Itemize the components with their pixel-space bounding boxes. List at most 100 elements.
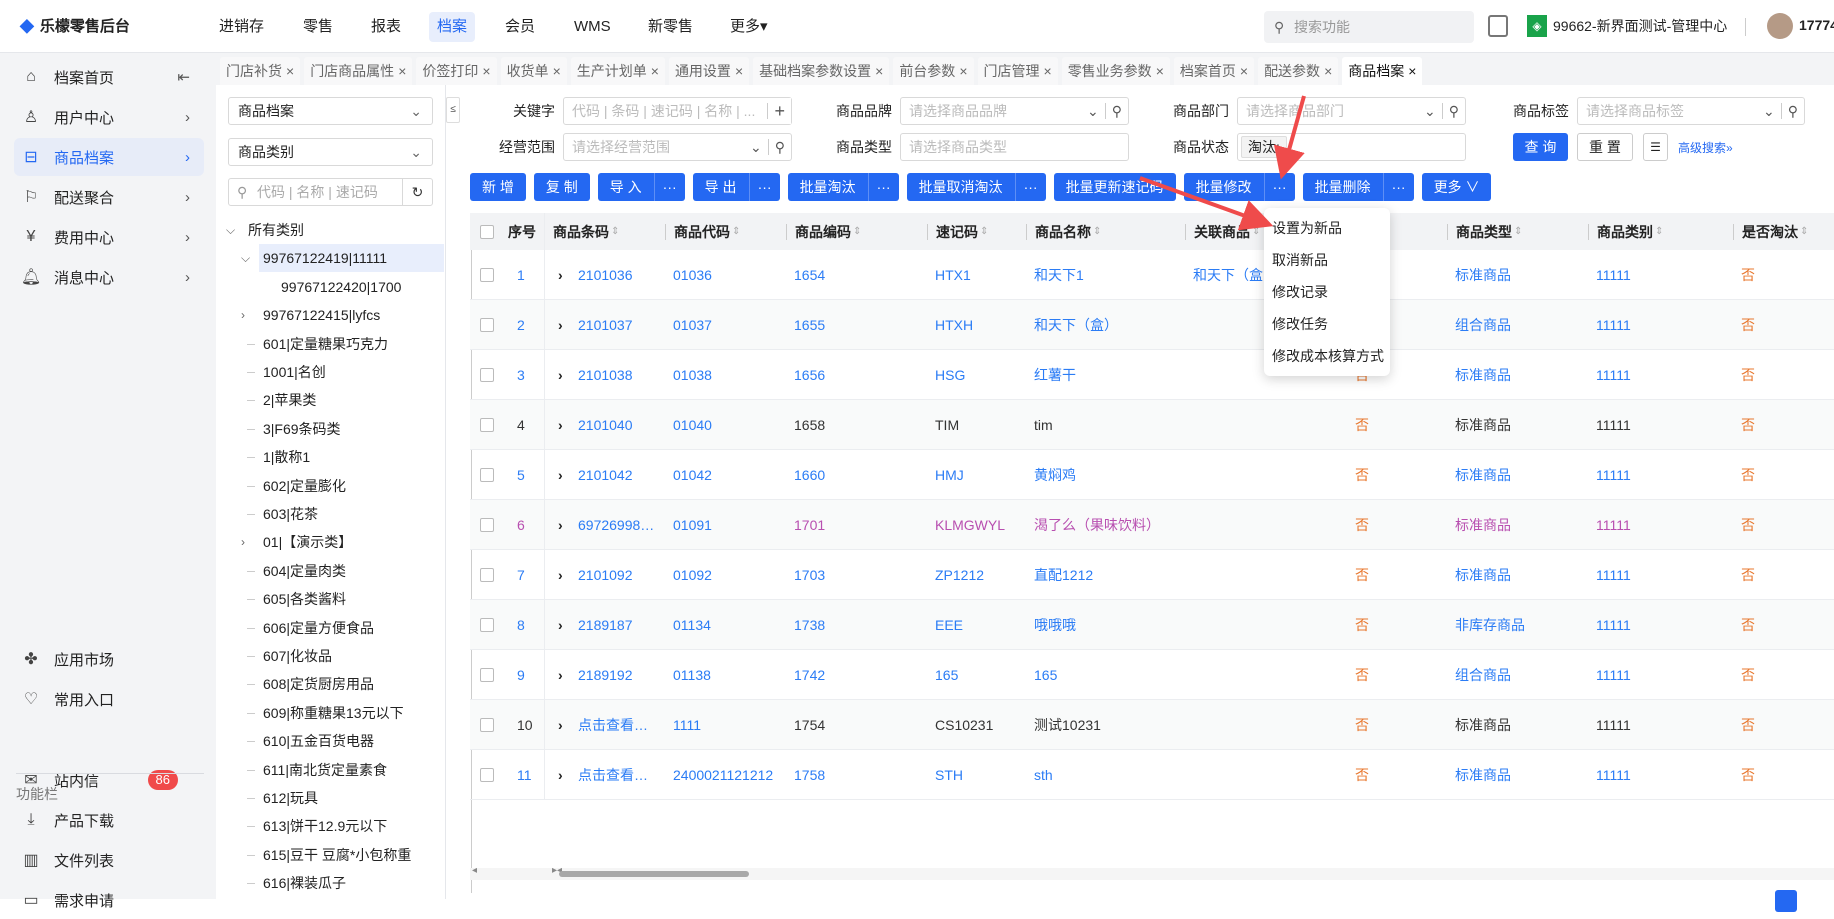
chevron-right-icon[interactable]: › [185, 229, 190, 246]
expand-row-icon[interactable]: › [558, 400, 563, 449]
sort-icon[interactable]: ⇕ [1514, 226, 1522, 237]
store-selector[interactable]: ◈ 99662-新界面测试-管理中心 [1527, 15, 1727, 37]
row-checkbox[interactable] [480, 350, 494, 399]
cell-barcode[interactable]: 2101037 [578, 300, 633, 349]
tree-node[interactable]: 601|定量糖果巧克力 [247, 330, 392, 358]
row-checkbox[interactable] [480, 400, 494, 449]
search-icon[interactable]: ⚲ [1449, 98, 1459, 124]
tab[interactable]: 零售业务参数 × [1061, 57, 1170, 85]
more-options-icon[interactable]: ··· [1263, 173, 1295, 201]
tab[interactable]: 基础档案参数设置 × [753, 57, 890, 85]
tree-node[interactable]: 2|苹果类 [247, 386, 320, 414]
table-row[interactable]: 11 点击查看… 2400021121212 1758 STH sth 否 标准商品 11111… [470, 750, 1834, 800]
chevron-right-icon[interactable]: › [185, 109, 190, 126]
row-checkbox[interactable] [480, 500, 494, 549]
column-header[interactable]: 商品类型 ⇕ [1447, 213, 1522, 250]
tab[interactable]: 通用设置 × [668, 57, 750, 85]
chevron-down-icon[interactable]: ⌵ [226, 216, 235, 244]
table-row[interactable]: 10 点击查看… 1111 1754 CS10231 测试10231 否 标准商品 11111 否… [470, 700, 1834, 750]
expand-row-icon[interactable]: › [558, 600, 563, 649]
tree-search-input[interactable]: ⚲ 代码 | 名称 | 速记码 ↻ [228, 178, 433, 206]
nav-item[interactable]: 进销存 [211, 12, 272, 42]
toolbar-button[interactable]: 批量淘汰 ··· [787, 173, 899, 201]
status-tag[interactable]: 淘汰: [1241, 136, 1287, 158]
tree-node[interactable]: 608|定货厨房用品 [247, 670, 378, 698]
tab[interactable]: 门店商品属性 × [304, 57, 413, 85]
toolbar-button[interactable]: 批量修改 ··· [1183, 173, 1295, 201]
cell-barcode[interactable]: 69726998… [578, 500, 654, 549]
cell-barcode[interactable]: 2101040 [578, 400, 633, 449]
sort-icon[interactable]: ⇕ [611, 226, 619, 237]
tab[interactable]: 配送参数 × [1258, 57, 1339, 85]
tree-node[interactable]: ⌵ 99767122419|11111 [241, 244, 444, 273]
table-row[interactable]: 6 69726998… 01091 1701 KLMGWYL 渴了么（果味饮料） 否 标准商品… [470, 500, 1834, 550]
toolbar-button-label[interactable]: 批量淘汰 [788, 173, 868, 201]
tree-node[interactable]: 1001|名创 [247, 358, 330, 386]
close-icon[interactable]: × [1408, 63, 1416, 79]
table-row[interactable]: 7 2101092 01092 1703 ZP1212 直配1212 否 标准商品 11111 否… [470, 550, 1834, 600]
toolbar-button-label[interactable]: 批量取消淘汰 [907, 173, 1015, 201]
expand-row-icon[interactable]: › [558, 750, 563, 799]
close-icon[interactable]: × [1156, 63, 1164, 79]
chevron-right-icon[interactable]: › [241, 301, 245, 329]
row-checkbox[interactable] [480, 550, 494, 599]
tab[interactable]: 收货单 × [500, 57, 567, 85]
search-icon[interactable]: ⚲ [1112, 98, 1122, 124]
expand-row-icon[interactable]: › [558, 300, 563, 349]
toolbar-button[interactable]: 更多 ∨ [1421, 173, 1492, 201]
tab[interactable]: 门店管理 × [977, 57, 1058, 85]
menu-item[interactable]: 修改记录 [1264, 276, 1390, 308]
scope-select[interactable]: 请选择经营范围 ⌄ ⚲ [563, 133, 792, 161]
nav-item[interactable]: 更多▾ [722, 12, 776, 42]
tab[interactable]: 门店补货 × [220, 57, 301, 85]
sidebar-item[interactable]: ⊟ 商品档案 › [14, 138, 204, 176]
tree-node[interactable]: 99767122420|1700 [277, 273, 405, 301]
tree-node[interactable]: 603|花茶 [247, 500, 322, 528]
tab[interactable]: 生产计划单 × [570, 57, 665, 85]
printer-icon[interactable] [1488, 15, 1508, 37]
toolbar-button-label[interactable]: 批量删除 [1303, 173, 1383, 201]
toolbar-button[interactable]: 批量删除 ··· [1302, 173, 1414, 201]
table-row[interactable]: 9 2189192 01138 1742 165 165 否 组合商品 11111 否 › [470, 650, 1834, 700]
tree-node[interactable]: 613|饼干12.9元以下 [247, 812, 391, 840]
cell-barcode[interactable]: 2101092 [578, 550, 633, 599]
sidebar-item[interactable]: 🔔︎ 消息中心 › [14, 258, 204, 296]
table-row[interactable]: 1 2101036 01036 1654 HTX1 和天下1 和天下（盒 否 标准商品 11111… [470, 250, 1834, 300]
row-checkbox[interactable] [480, 450, 494, 499]
menu-item[interactable]: 设置为新品 [1264, 212, 1390, 244]
cell-barcode[interactable]: 点击查看… [578, 700, 648, 749]
more-options-icon[interactable]: ··· [1014, 173, 1046, 201]
refresh-icon[interactable]: ↻ [402, 179, 432, 205]
close-icon[interactable]: × [286, 63, 294, 79]
table-row[interactable]: 22101037010371655HTXH和天下（盒）否组合商品11111否› [470, 300, 1834, 350]
avatar[interactable] [1767, 13, 1793, 39]
tab[interactable]: 档案首页 × [1173, 57, 1255, 85]
column-header[interactable]: 商品编码 ⇕ [786, 213, 861, 250]
sort-icon[interactable]: ⇕ [1252, 226, 1260, 237]
row-checkbox[interactable] [480, 650, 494, 699]
sidebar-item[interactable]: ✤ 应用市场 [14, 640, 204, 678]
expand-row-icon[interactable]: › [558, 550, 563, 599]
toolbar-button[interactable]: 导 入 ··· [597, 173, 685, 201]
close-icon[interactable]: × [1240, 63, 1248, 79]
toolbar-button-label[interactable]: 批量修改 [1184, 173, 1264, 201]
cell-name[interactable]: 测试10231 [1034, 700, 1101, 749]
toolbar-button[interactable]: 批量取消淘汰 ··· [906, 173, 1046, 201]
close-icon[interactable]: × [553, 63, 561, 79]
cell-barcode[interactable]: 2101036 [578, 250, 633, 299]
tree-node[interactable]: › 99767122415|lyfcs [241, 301, 384, 329]
category-select[interactable]: 商品类别 ⌄ [228, 138, 433, 166]
column-header[interactable]: 商品条码 ⇕ [544, 213, 619, 250]
menu-item[interactable]: 修改任务 [1264, 308, 1390, 340]
column-header[interactable]: 关联商品 ⇕ [1185, 213, 1260, 250]
search-icon[interactable]: ⚲ [1788, 98, 1798, 124]
chevron-right-icon[interactable]: › [185, 149, 190, 166]
tab[interactable]: 价签打印 × [416, 57, 497, 85]
cell-barcode[interactable]: 2101038 [578, 350, 633, 399]
cell-name[interactable]: 直配1212 [1034, 550, 1093, 599]
tree-node[interactable]: 1|散称1 [247, 443, 314, 471]
tree-node[interactable]: 609|称重糖果13元以下 [247, 699, 408, 727]
sort-icon[interactable]: ⇕ [1800, 226, 1808, 237]
table-row[interactable]: 5 2101042 01042 1660 HMJ 黄焖鸡 否 标准商品 11111 否 › [470, 450, 1834, 500]
advanced-search-link[interactable]: 高级搜索» [1678, 139, 1733, 156]
